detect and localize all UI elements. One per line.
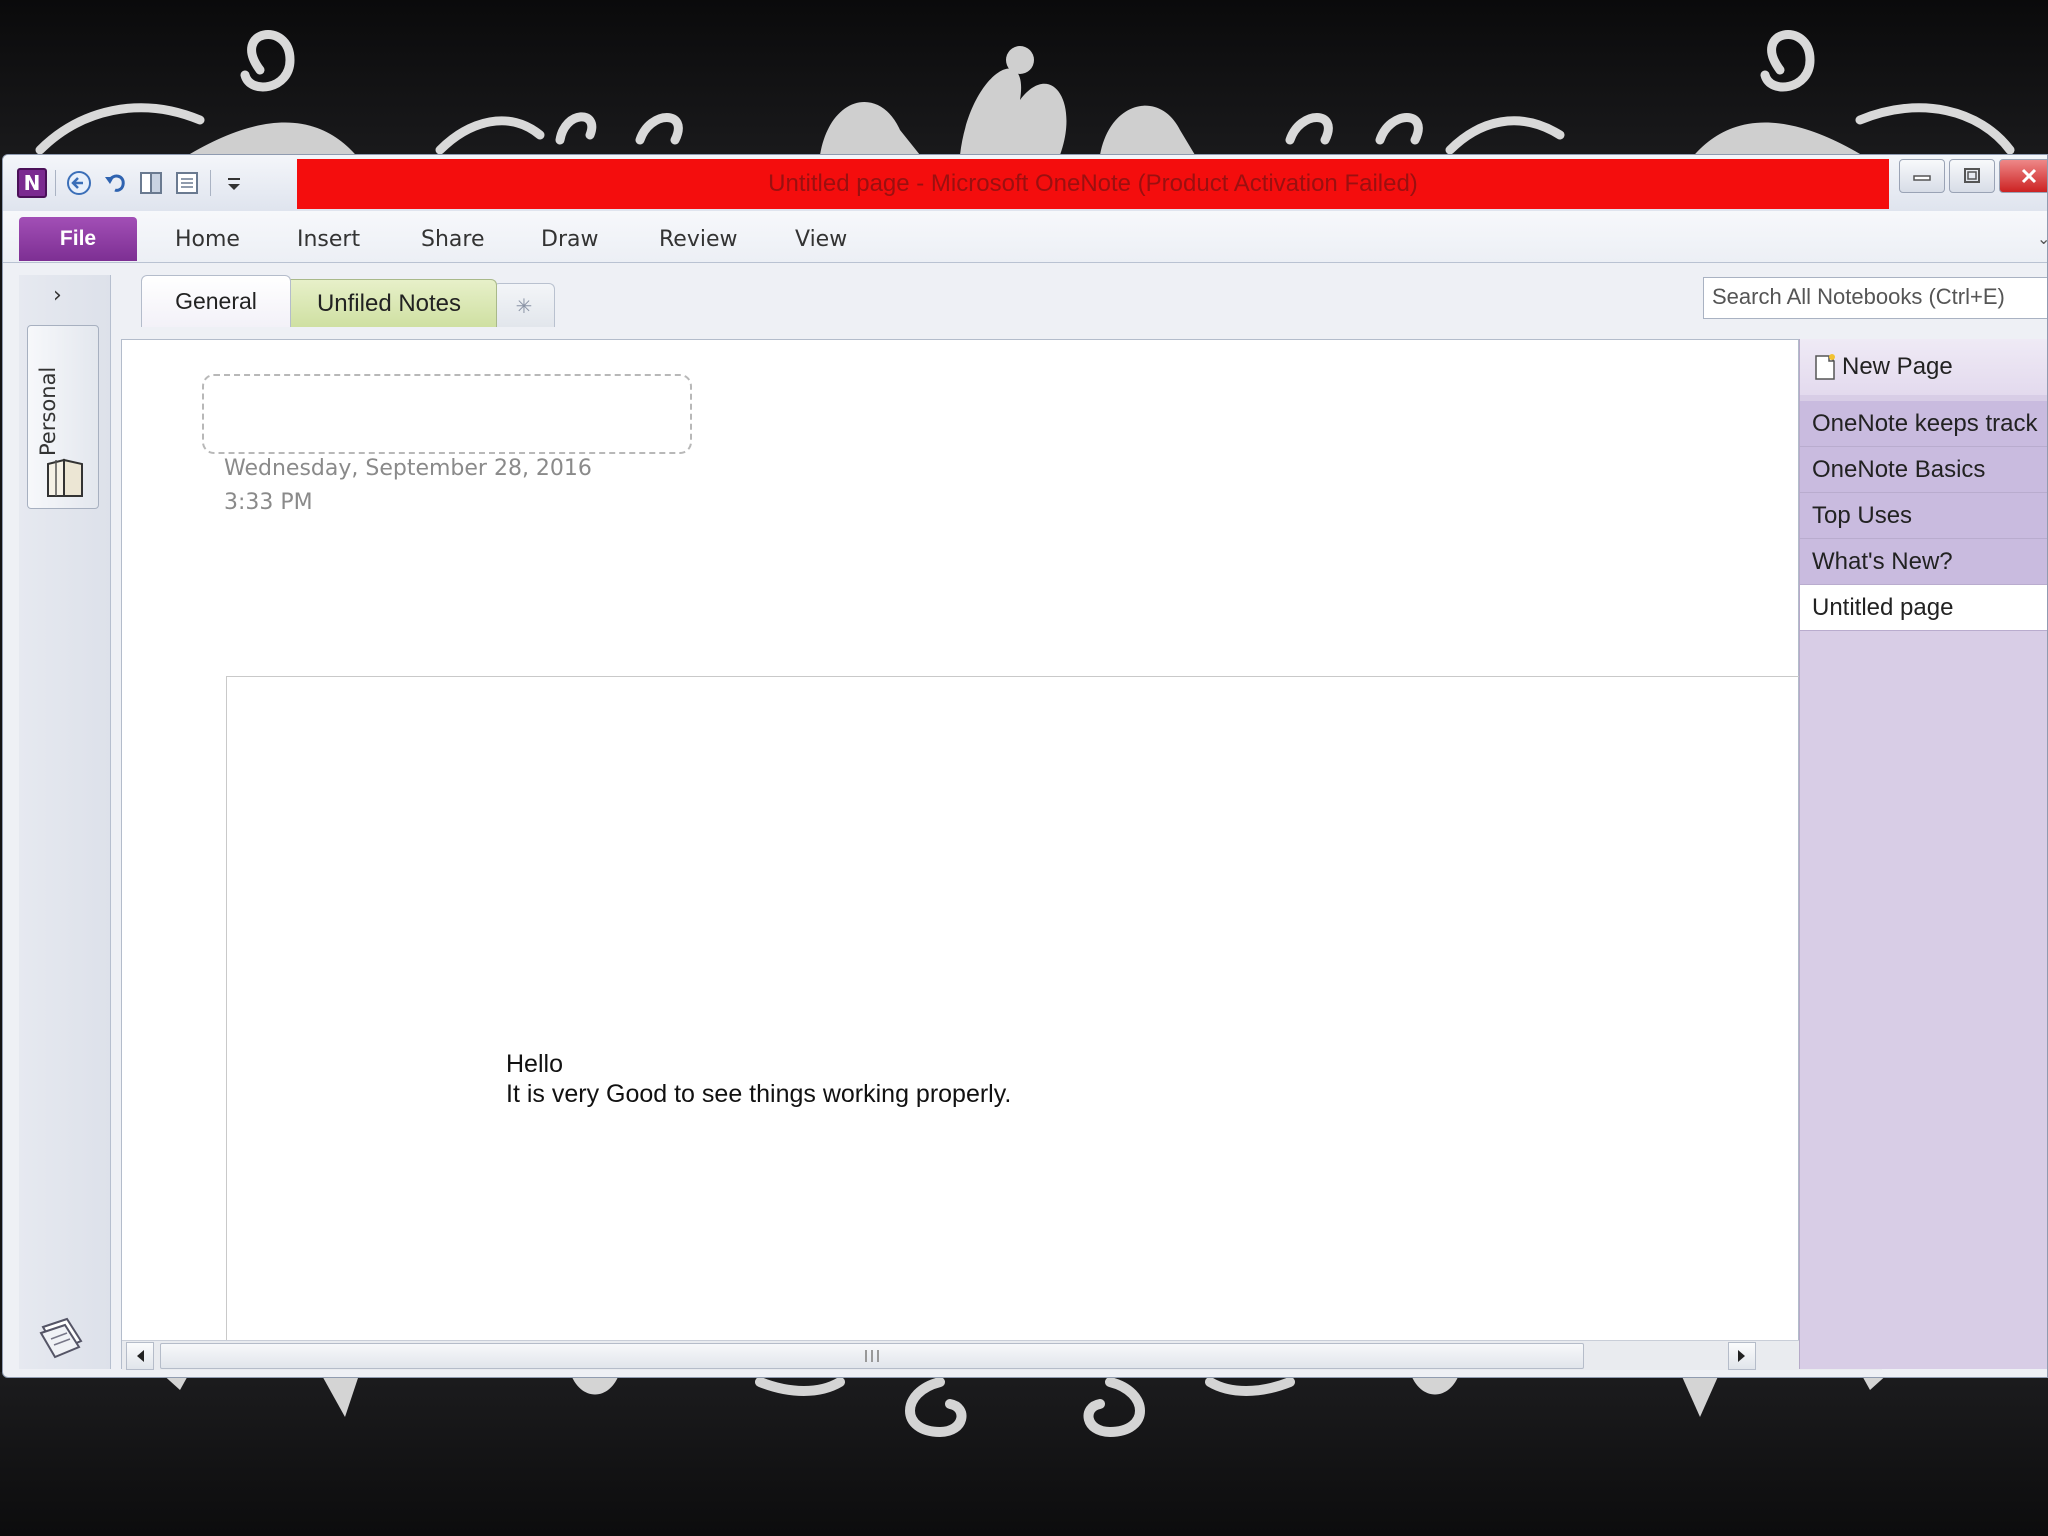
full-page-view-button[interactable] — [172, 168, 202, 198]
maximize-icon — [1964, 168, 1980, 183]
arrow-left-icon — [137, 1350, 144, 1362]
ribbon-tab-bar: File Home Insert Share Draw Review View … — [3, 211, 2047, 263]
new-page-icon — [1815, 354, 1835, 380]
minimize-button[interactable] — [1899, 159, 1945, 193]
page-list-item[interactable]: What's New? — [1800, 539, 2047, 585]
window-title: Untitled page - Microsoft OneNote (Produ… — [297, 159, 1889, 209]
minimize-icon — [1913, 175, 1931, 181]
arrow-right-icon — [1738, 1350, 1745, 1362]
section-tab-unfiled-notes[interactable]: Unfiled Notes — [281, 279, 497, 327]
page-view-icon — [176, 172, 198, 194]
desktop-background-top — [0, 0, 2048, 160]
scroll-right-button[interactable] — [1728, 1342, 1756, 1370]
page-list: OneNote keeps track OneNote Basics Top U… — [1800, 401, 2047, 631]
chevron-down-icon — [228, 178, 240, 190]
new-section-icon: ✳ — [515, 293, 533, 318]
notebook-label: Personal — [36, 366, 60, 456]
onenote-logo-icon[interactable]: N — [17, 168, 47, 198]
undo-icon — [105, 174, 125, 192]
tab-view[interactable]: View — [795, 221, 847, 257]
page-canvas[interactable]: Wednesday, September 28, 2016 3:33 PM He… — [121, 339, 1916, 1370]
dock-icon — [140, 172, 162, 194]
back-button[interactable] — [64, 168, 94, 198]
horizontal-scrollbar[interactable] — [122, 1340, 1882, 1370]
page-list-item-active[interactable]: Untitled page — [1800, 585, 2047, 631]
notebook-icon — [47, 458, 83, 497]
tab-insert[interactable]: Insert — [297, 221, 360, 257]
tab-draw[interactable]: Draw — [541, 221, 598, 257]
notebook-navigation-bar: › Personal — [19, 275, 111, 1369]
close-button[interactable] — [1999, 159, 2047, 193]
page-time: 3:33 PM — [224, 490, 313, 515]
section-tab-general[interactable]: General — [141, 275, 291, 327]
page-title-field[interactable] — [202, 374, 692, 454]
close-icon — [2021, 168, 2037, 184]
scroll-left-button[interactable] — [126, 1342, 154, 1370]
page-list-item[interactable]: Top Uses — [1800, 493, 2047, 539]
tab-home[interactable]: Home — [175, 221, 240, 257]
file-tab[interactable]: File — [19, 217, 137, 261]
new-page-button[interactable]: New Page — [1800, 339, 2047, 395]
add-section-button[interactable]: ✳ — [493, 283, 555, 327]
page-list-item[interactable]: OneNote keeps track — [1800, 401, 2047, 447]
tab-review[interactable]: Review — [659, 221, 738, 257]
new-page-label: New Page — [1842, 353, 1953, 380]
expand-navigation-icon[interactable]: › — [53, 283, 62, 308]
undo-button[interactable] — [100, 168, 130, 198]
onenote-window: N Untitled page - Microsoft OneNote (Pro… — [2, 154, 2048, 1378]
toolbar-separator — [210, 170, 211, 196]
dock-to-desktop-button[interactable] — [136, 168, 166, 198]
note-text-line[interactable]: It is very Good to see things working pr… — [506, 1080, 1011, 1109]
grip-icon — [865, 1350, 879, 1362]
back-arrow-icon — [67, 171, 91, 195]
notebook-tab-personal[interactable]: Personal — [27, 325, 99, 509]
tab-share[interactable]: Share — [421, 221, 485, 257]
quick-access-toolbar: N — [17, 167, 249, 199]
window-controls — [1899, 159, 2047, 193]
page-list-item[interactable]: OneNote Basics — [1800, 447, 2047, 493]
horizontal-scroll-thumb[interactable] — [160, 1343, 1584, 1369]
unfiled-notes-icon[interactable] — [37, 1315, 89, 1359]
title-bar: N Untitled page - Microsoft OneNote (Pro… — [3, 155, 2047, 211]
ornament-bottom — [160, 1372, 1890, 1438]
customize-toolbar-button[interactable] — [219, 168, 249, 198]
page-list-pane: New Page OneNote keeps track OneNote Bas… — [1799, 339, 2047, 1369]
maximize-button[interactable] — [1949, 159, 1995, 193]
note-container[interactable] — [226, 676, 1800, 1370]
desktop-background-bottom — [0, 1372, 2048, 1536]
search-input[interactable]: Search All Notebooks (Ctrl+E) — [1703, 277, 2047, 319]
page-date: Wednesday, September 28, 2016 — [224, 456, 592, 481]
expand-ribbon-icon[interactable]: ⌄ — [2037, 229, 2047, 248]
toolbar-separator — [55, 170, 56, 196]
note-text-line[interactable]: Hello — [506, 1050, 563, 1079]
ornament-top — [35, 30, 2015, 160]
